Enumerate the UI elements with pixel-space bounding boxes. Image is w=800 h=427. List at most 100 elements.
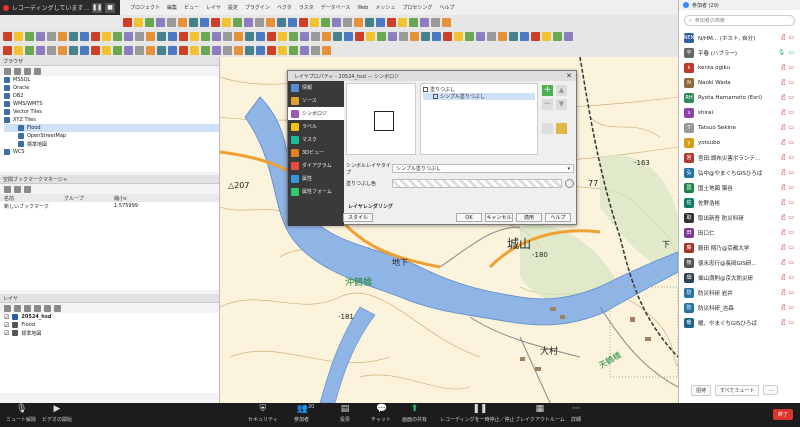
toolbar-tool-icon[interactable] [201, 45, 210, 55]
toolbar-tool-icon[interactable] [376, 17, 385, 27]
toolbar-tool-icon[interactable] [25, 45, 34, 55]
mic-off-icon[interactable]: 🎙̸ [782, 229, 786, 236]
participant-row[interactable]: s shirai 🎙̸ ▭ [679, 105, 800, 120]
browser-item[interactable]: MSSQL [4, 76, 219, 84]
mic-off-icon[interactable]: 🎙̸ [782, 319, 786, 326]
polls-button[interactable]: ▤ 投票 [340, 405, 350, 424]
toolbar-tool-icon[interactable] [289, 45, 298, 55]
mic-off-icon[interactable]: 🎙̸ [782, 289, 786, 296]
participant-row[interactable]: 国国土地図 猿谷 🎙̸ ▭ [679, 180, 800, 195]
toolbar-tool-icon[interactable] [377, 31, 386, 41]
collapse-icon[interactable] [24, 67, 31, 75]
toolbar-tool-icon[interactable] [322, 45, 331, 55]
toolbar-tool-icon[interactable] [91, 45, 100, 55]
browser-item[interactable]: DB2 [4, 92, 219, 100]
tree-root[interactable]: 塗りつぶし [423, 86, 535, 93]
video-off-icon[interactable]: ▭ [788, 154, 794, 161]
toolbar-tool-icon[interactable] [113, 45, 122, 55]
toolbar-tool-icon[interactable] [47, 31, 56, 41]
toolbar-tool-icon[interactable] [167, 17, 176, 27]
zoom-bookmark-icon[interactable] [24, 185, 31, 193]
video-off-icon[interactable]: ▭ [788, 79, 794, 86]
participant-row[interactable]: k kenta ogiku 🎙̸ ▭ [679, 60, 800, 75]
toolbar-tool-icon[interactable] [179, 31, 188, 41]
participant-row[interactable]: N Naoki Wada 🎙̸ ▭ [679, 75, 800, 90]
toolbar-tool-icon[interactable] [443, 31, 452, 41]
browser-item[interactable]: 標準地図 [4, 140, 219, 148]
layer-visibility-checkbox[interactable]: ☑ [4, 314, 9, 321]
toolbar-tool-icon[interactable] [432, 31, 441, 41]
toolbar-tool-icon[interactable] [311, 31, 320, 41]
browser-item[interactable]: XYZ Tiles [4, 116, 219, 124]
video-off-icon[interactable]: ▭ [788, 184, 794, 191]
mic-off-icon[interactable]: 🎙̸ [782, 139, 786, 146]
tree-child-checkbox[interactable] [433, 94, 438, 99]
browser-item[interactable]: Flood [4, 124, 219, 132]
participant-row[interactable]: 防防災科研 岩井 🎙̸ ▭ [679, 285, 800, 300]
add-bookmark-icon[interactable] [4, 185, 11, 193]
mic-off-icon[interactable]: 🎙̸ [782, 109, 786, 116]
toolbar-tool-icon[interactable] [344, 31, 353, 41]
cancel-button[interactable]: キャンセル [485, 213, 513, 222]
participant-row[interactable]: T Tatsuo Sekine 🎙̸ ▭ [679, 120, 800, 135]
pause-recording-button[interactable]: ❚❚ [92, 2, 102, 13]
participant-row[interactable]: 宮宮田:調布災害ボランテ... 🎙̸ ▭ [679, 150, 800, 165]
mic-off-icon[interactable]: 🎙̸ [782, 259, 786, 266]
menu-item[interactable]: プロジェクト [130, 4, 160, 11]
mic-off-icon[interactable]: 🎙̸ [782, 34, 786, 41]
mic-off-icon[interactable]: 🎙̸ [782, 199, 786, 206]
video-off-icon[interactable]: ▭ [788, 199, 794, 206]
toolbar-tool-icon[interactable] [310, 17, 319, 27]
data-defined-icon[interactable] [565, 179, 574, 188]
invite-button[interactable]: 招待 [691, 384, 712, 396]
mic-off-icon[interactable]: 🎙̸ [782, 214, 786, 221]
toolbar-tool-icon[interactable] [442, 17, 451, 27]
participants-button[interactable]: 👥 参加者 20 [294, 404, 314, 423]
toolbar-tool-icon[interactable] [465, 31, 474, 41]
participant-row[interactable]: RH Ryota Hamamoto (Esri) 🎙̸ ▭ [679, 90, 800, 105]
close-icon[interactable]: ✕ [566, 72, 572, 80]
browser-item[interactable]: Oracle [4, 84, 219, 92]
share-screen-button[interactable]: ⬆ 画面の共有 [402, 405, 427, 424]
toolbar-tool-icon[interactable] [234, 45, 243, 55]
mic-off-icon[interactable]: 🎙̸ [782, 154, 786, 161]
toolbar-tool-icon[interactable] [245, 31, 254, 41]
toolbar-tool-icon[interactable] [200, 17, 209, 27]
mic-off-icon[interactable]: 🎙̸ [782, 64, 786, 71]
video-off-icon[interactable]: ▭ [788, 124, 794, 131]
toolbar-tool-icon[interactable] [91, 31, 100, 41]
chat-button[interactable]: 💬 チャット [371, 405, 391, 424]
toolbar-tool-icon[interactable] [3, 45, 12, 55]
toolbar-tool-icon[interactable] [102, 45, 111, 55]
mic-off-icon[interactable]: 🎙̸ [782, 124, 786, 131]
menu-item[interactable]: レイヤ [206, 4, 221, 11]
toolbar-tool-icon[interactable] [212, 31, 221, 41]
collapse-all-icon[interactable] [44, 304, 51, 312]
move-up-button[interactable]: ▲ [556, 85, 567, 96]
toolbar-tool-icon[interactable] [542, 31, 551, 41]
video-off-icon[interactable]: ▭ [788, 304, 794, 311]
video-off-icon[interactable]: ▭ [788, 214, 794, 221]
filter-legend-icon[interactable] [24, 304, 31, 312]
menu-item[interactable]: データベース [321, 4, 351, 11]
video-off-icon[interactable]: ▭ [788, 139, 794, 146]
browser-item[interactable]: OpenStreetMap [4, 132, 219, 140]
toolbar-tool-icon[interactable] [431, 17, 440, 27]
toolbar-tool-icon[interactable] [3, 31, 12, 41]
toolbar-tool-icon[interactable] [189, 17, 198, 27]
participant-row[interactable]: 取取出新吾 防災科研 🎙̸ ▭ [679, 210, 800, 225]
toolbar-tool-icon[interactable] [354, 17, 363, 27]
video-off-icon[interactable]: ▭ [788, 274, 794, 281]
duplicate-button[interactable] [542, 123, 553, 134]
menu-item[interactable]: 編集 [167, 4, 177, 11]
toolbar-tool-icon[interactable] [69, 31, 78, 41]
expand-all-icon[interactable] [34, 304, 41, 312]
more-button[interactable]: ... [763, 385, 779, 395]
end-meeting-button[interactable]: 終了 [772, 409, 793, 420]
tree-root-checkbox[interactable] [423, 87, 428, 92]
toolbar-tool-icon[interactable] [355, 31, 364, 41]
toolbar-tool-icon[interactable] [509, 31, 518, 41]
mic-off-icon[interactable]: 🎙̸ [782, 94, 786, 101]
lock-icon[interactable] [556, 123, 567, 134]
add-group-icon[interactable] [14, 304, 21, 312]
